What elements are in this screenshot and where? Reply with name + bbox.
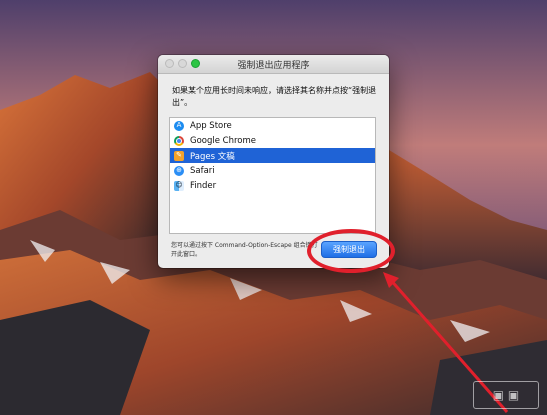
- app-name: App Store: [190, 120, 232, 131]
- instruction-text: 如果某个应用长时间未响应，请选择其名称并点按“强制退出”。: [172, 86, 377, 107]
- highlight-circle: [307, 229, 395, 273]
- app-row-google-chrome[interactable]: Google Chrome: [170, 133, 375, 148]
- shortcut-hint: 您可以通过按下 Command-Option-Escape 组合键打开此窗口。: [171, 242, 318, 258]
- app-list[interactable]: A App Store Google Chrome ✎ Pages 文稿 ⊕ S…: [169, 117, 376, 234]
- pages-icon: ✎: [174, 150, 184, 161]
- watermark-logo: ▣ ▣: [473, 381, 539, 409]
- app-row-finder[interactable]: ☺ Finder: [170, 178, 375, 193]
- app-row-safari[interactable]: ⊕ Safari: [170, 163, 375, 178]
- app-name: Pages 文稿: [190, 151, 235, 162]
- app-name: Safari: [190, 165, 215, 176]
- app-store-icon: A: [174, 120, 184, 131]
- app-row-app-store[interactable]: A App Store: [170, 118, 375, 133]
- safari-icon: ⊕: [174, 165, 184, 176]
- app-name: Google Chrome: [190, 135, 257, 146]
- finder-icon: ☺: [174, 180, 184, 191]
- window-titlebar: 强制退出应用程序: [158, 55, 389, 74]
- app-name: Finder: [190, 180, 217, 191]
- chrome-icon: [174, 135, 184, 146]
- window-title: 强制退出应用程序: [237, 61, 310, 71]
- app-row-pages[interactable]: ✎ Pages 文稿: [170, 148, 375, 163]
